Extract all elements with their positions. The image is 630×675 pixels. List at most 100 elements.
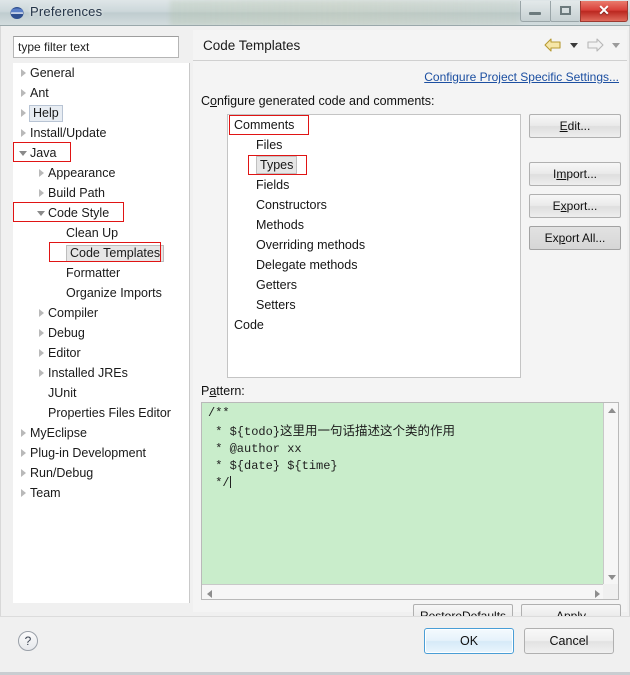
pattern-text: /** * ${todo}这里用一句话描述这个类的作用 * @author xx… bbox=[208, 405, 598, 492]
edit-button[interactable]: Edit... bbox=[529, 114, 621, 138]
sidebar-item-label: Build Path bbox=[48, 186, 105, 200]
list-item[interactable]: Constructors bbox=[228, 195, 520, 215]
sidebar-item-installed-jres[interactable]: Installed JREs bbox=[13, 363, 189, 383]
pattern-horizontal-scrollbar[interactable] bbox=[202, 584, 605, 599]
list-item[interactable]: Setters bbox=[228, 295, 520, 315]
import-button[interactable]: Im port... bbox=[529, 162, 621, 186]
button-label-post: ort All... bbox=[565, 231, 606, 245]
tree-expand-arrow-down-icon[interactable] bbox=[35, 203, 48, 223]
tree-expand-arrow-right-icon[interactable] bbox=[17, 463, 30, 483]
close-button[interactable]: ✕ bbox=[580, 1, 628, 22]
list-item[interactable]: Methods bbox=[228, 215, 520, 235]
tree-expand-arrow-right-icon[interactable] bbox=[35, 163, 48, 183]
scroll-left-icon[interactable] bbox=[207, 590, 212, 598]
sidebar-item-install-update[interactable]: Install/Update bbox=[13, 123, 189, 143]
tree-expand-arrow-right-icon[interactable] bbox=[17, 83, 30, 103]
forward-arrow-icon bbox=[587, 38, 604, 52]
tree-expand-arrow-right-icon[interactable] bbox=[17, 483, 30, 503]
maximize-button[interactable] bbox=[550, 1, 580, 22]
list-item[interactable]: Overriding methods bbox=[228, 235, 520, 255]
export-button[interactable]: Ex port... bbox=[529, 194, 621, 218]
tree-expand-arrow-right-icon[interactable] bbox=[17, 423, 30, 443]
sidebar-item-run-debug[interactable]: Run/Debug bbox=[13, 463, 189, 483]
tree-expand-arrow-right-icon[interactable] bbox=[35, 303, 48, 323]
tree-expand-arrow-right-icon[interactable] bbox=[17, 103, 30, 123]
sidebar-item-myeclipse[interactable]: MyEclipse bbox=[13, 423, 189, 443]
maximize-icon bbox=[560, 6, 571, 15]
sidebar-item-label: Editor bbox=[48, 346, 81, 360]
sidebar-item-junit[interactable]: JUnit bbox=[13, 383, 189, 403]
sidebar-item-label: Team bbox=[30, 486, 61, 500]
list-item[interactable]: Types bbox=[228, 155, 520, 175]
list-item[interactable]: Getters bbox=[228, 275, 520, 295]
button-label-post: port... bbox=[566, 167, 598, 181]
tree-expand-arrow-right-icon[interactable] bbox=[35, 183, 48, 203]
list-item[interactable]: Fields bbox=[228, 175, 520, 195]
tree-expand-arrow-down-icon[interactable] bbox=[17, 143, 30, 163]
tree-expand-arrow-right-icon[interactable] bbox=[35, 343, 48, 363]
tree-expand-arrow-right-icon[interactable] bbox=[35, 363, 48, 383]
list-item-label: Code bbox=[234, 318, 264, 332]
pattern-preview[interactable]: /** * ${todo}这里用一句话描述这个类的作用 * @author xx… bbox=[201, 402, 619, 600]
sidebar-item-general[interactable]: General bbox=[13, 63, 189, 83]
sidebar-item-formatter[interactable]: Formatter bbox=[13, 263, 189, 283]
button-label-pre: E bbox=[552, 199, 561, 213]
tree-expand-arrow-right-icon[interactable] bbox=[17, 443, 30, 463]
tree-expand-arrow-right-icon[interactable] bbox=[35, 323, 48, 343]
sidebar-item-organize-imports[interactable]: Organize Imports bbox=[13, 283, 189, 303]
cancel-button[interactable]: Cancel bbox=[524, 628, 614, 654]
help-icon[interactable]: ? bbox=[18, 631, 38, 651]
preferences-navigation: type filter text General Ant Help Install/U… bbox=[9, 30, 191, 612]
list-item-label: Constructors bbox=[256, 198, 327, 212]
tree-expand-arrow-right-icon[interactable] bbox=[17, 123, 30, 143]
preferences-content-pane: Code Templates Configure Project Specifi… bbox=[193, 30, 627, 628]
pattern-line-cjk: 这里用一句话描述这个类的作用 bbox=[280, 423, 456, 438]
sidebar-item-label: JUnit bbox=[48, 386, 77, 400]
sidebar-item-appearance[interactable]: Appearance bbox=[13, 163, 189, 183]
sidebar-item-code-style[interactable]: Code Style bbox=[13, 203, 189, 223]
sidebar-item-java[interactable]: Java bbox=[13, 143, 189, 163]
dialog-body: type filter text General Ant Help Install/U… bbox=[0, 26, 630, 628]
sidebar-item-debug[interactable]: Debug bbox=[13, 323, 189, 343]
list-item-label: Setters bbox=[256, 298, 296, 312]
minimize-button[interactable] bbox=[520, 1, 550, 22]
sidebar-item-compiler[interactable]: Compiler bbox=[13, 303, 189, 323]
tree-expand-arrow-right-icon[interactable] bbox=[17, 63, 30, 83]
sidebar-item-clean-up[interactable]: Clean Up bbox=[13, 223, 189, 243]
search-input[interactable]: type filter text bbox=[13, 36, 179, 58]
list-item[interactable]: Delegate methods bbox=[228, 255, 520, 275]
sidebar-item-code-templates[interactable]: Code Templates bbox=[13, 243, 189, 263]
back-menu-chevron-down-icon[interactable] bbox=[570, 42, 578, 48]
scroll-right-icon[interactable] bbox=[595, 590, 600, 598]
sidebar-item-label: Properties Files Editor bbox=[48, 406, 171, 420]
preferences-tree[interactable]: General Ant Help Install/Update Java Appearan… bbox=[13, 63, 190, 603]
sidebar-item-label: Compiler bbox=[48, 306, 99, 320]
sidebar-item-build-path[interactable]: Build Path bbox=[13, 183, 189, 203]
history-navigation bbox=[543, 36, 623, 54]
sidebar-item-label: Code Templates bbox=[66, 244, 165, 262]
pattern-vertical-scrollbar[interactable] bbox=[603, 403, 618, 585]
sidebar-item-properties-files-editor[interactable]: Properties Files Editor bbox=[13, 403, 189, 423]
sidebar-item-editor[interactable]: Editor bbox=[13, 343, 189, 363]
sidebar-item-plug-in-development[interactable]: Plug-in Development bbox=[13, 443, 189, 463]
code-templates-list[interactable]: Comments Files Types Fields Constructors Meth… bbox=[227, 114, 521, 378]
sidebar-item-label: Formatter bbox=[66, 266, 121, 280]
sidebar-item-help[interactable]: Help bbox=[13, 103, 189, 123]
scroll-up-icon[interactable] bbox=[608, 408, 616, 413]
sidebar-item-ant[interactable]: Ant bbox=[13, 83, 189, 103]
forward-menu-chevron-down-icon[interactable] bbox=[612, 42, 620, 48]
scroll-down-icon[interactable] bbox=[608, 575, 616, 580]
ok-button[interactable]: OK bbox=[424, 628, 514, 654]
export-all-button[interactable]: Ex p ort All... bbox=[529, 226, 621, 250]
back-arrow-icon[interactable] bbox=[543, 36, 563, 54]
title-bar[interactable]: Preferences ✕ bbox=[0, 0, 630, 26]
list-item[interactable]: Code bbox=[228, 315, 520, 335]
sidebar-item-team[interactable]: Team bbox=[13, 483, 189, 503]
text-caret bbox=[229, 476, 231, 488]
list-item-label: Fields bbox=[256, 178, 290, 192]
list-item[interactable]: Comments bbox=[228, 115, 520, 135]
configure-project-specific-settings-link[interactable]: Configure Project Specific Settings... bbox=[424, 70, 619, 84]
pattern-line: * ${todo}这里用一句话描述这个类的作用 bbox=[208, 423, 456, 439]
list-item[interactable]: Files bbox=[228, 135, 520, 155]
